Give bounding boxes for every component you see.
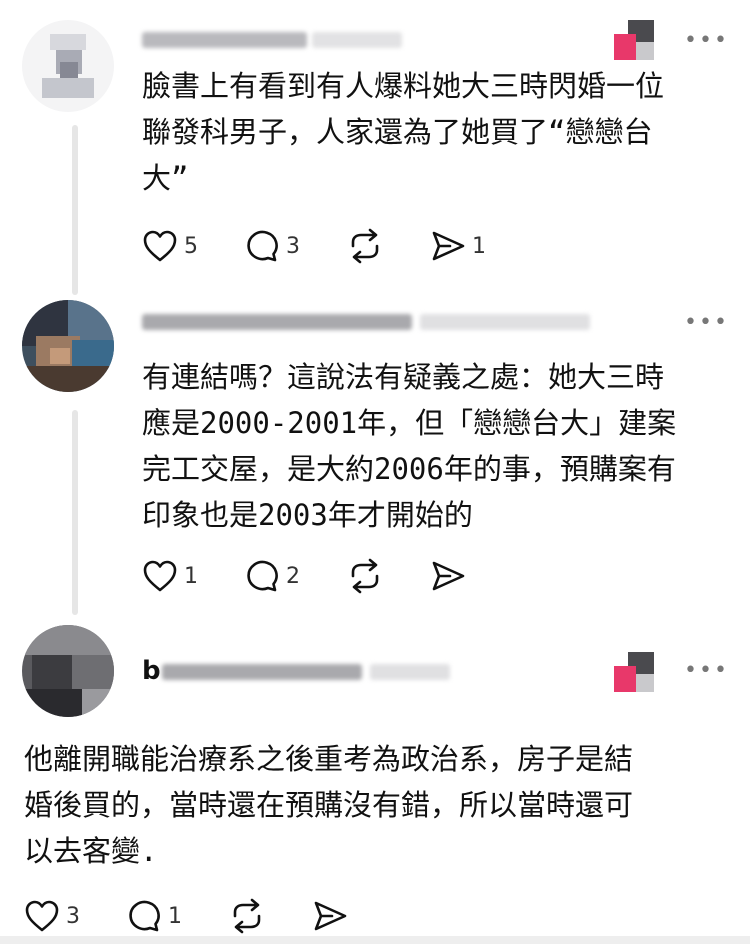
- more-options-button[interactable]: •••: [684, 30, 729, 52]
- send-icon: [312, 899, 348, 933]
- thread-line: [72, 410, 78, 615]
- thread-line: [72, 125, 78, 295]
- send-icon: [430, 229, 466, 263]
- avatar-badge: [614, 652, 654, 692]
- action-bar: 1 2: [142, 556, 472, 596]
- avatar[interactable]: [22, 300, 114, 392]
- username-suffix: [420, 314, 590, 330]
- username-suffix: [312, 32, 402, 48]
- avatar[interactable]: [22, 625, 114, 717]
- heart-icon: [142, 229, 178, 263]
- send-icon: [430, 559, 466, 593]
- like-count: 1: [184, 563, 198, 589]
- avatar[interactable]: [22, 20, 114, 112]
- reply-button[interactable]: 1: [126, 899, 182, 933]
- comment-text: 有連結嗎？這說法有疑義之處：她大三時 應是2000-2001年，但「戀戀台大」建…: [142, 360, 677, 532]
- share-button[interactable]: [430, 559, 472, 593]
- reply-count: 3: [286, 233, 300, 259]
- heart-icon: [142, 559, 178, 593]
- username[interactable]: [162, 664, 362, 680]
- bottom-input-edge: [0, 936, 750, 944]
- comment-bubble-icon: [244, 559, 280, 593]
- reply-button[interactable]: 3: [244, 229, 300, 263]
- reply-count: 2: [286, 563, 300, 589]
- username[interactable]: [142, 32, 307, 48]
- share-button[interactable]: 1: [430, 229, 486, 263]
- reply-button[interactable]: 2: [244, 559, 300, 593]
- comment-bubble-icon: [126, 899, 162, 933]
- like-button[interactable]: 3: [24, 899, 80, 933]
- username[interactable]: [142, 314, 412, 330]
- share-count: 1: [472, 233, 486, 259]
- reply-count: 1: [168, 903, 182, 929]
- like-count: 3: [66, 903, 80, 929]
- repost-button[interactable]: [346, 558, 384, 594]
- action-bar: 3 1: [24, 896, 354, 936]
- comment-text: 他離開職能治療系之後重考為政治系，房子是結 婚後買的，當時還在預購沒有錯，所以當…: [24, 742, 634, 868]
- repost-button[interactable]: [346, 228, 384, 264]
- username-initial[interactable]: b: [142, 656, 161, 686]
- share-button[interactable]: [312, 899, 354, 933]
- repost-icon: [346, 228, 384, 264]
- username-suffix: [370, 664, 450, 680]
- comment-text: 臉書上有看到有人爆料她大三時閃婚一位 聯發科男子，人家還為了她買了“戀戀台 大”: [142, 69, 665, 195]
- like-button[interactable]: 1: [142, 559, 198, 593]
- heart-icon: [24, 899, 60, 933]
- like-button[interactable]: 5: [142, 229, 198, 263]
- comment-bubble-icon: [244, 229, 280, 263]
- more-options-button[interactable]: •••: [684, 660, 729, 682]
- repost-icon: [346, 558, 384, 594]
- repost-icon: [228, 898, 266, 934]
- more-options-button[interactable]: •••: [684, 312, 729, 334]
- repost-button[interactable]: [228, 898, 266, 934]
- like-count: 5: [184, 233, 198, 259]
- action-bar: 5 3 1: [142, 226, 486, 266]
- avatar-badge: [614, 20, 654, 60]
